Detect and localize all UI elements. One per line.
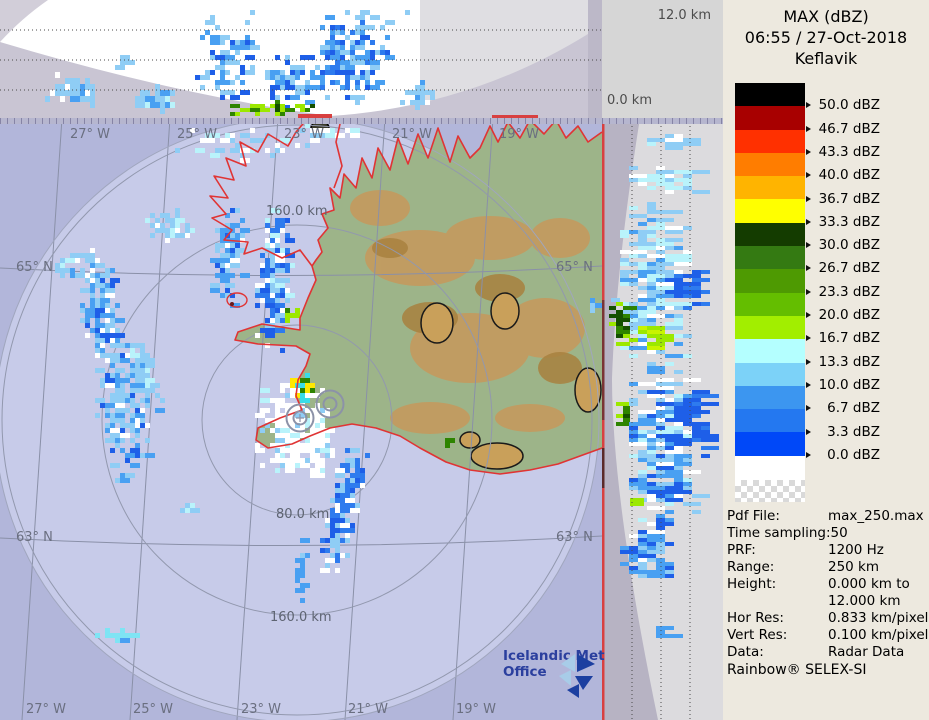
rainbow-radar-window: 12.0 km 0.0 km 27° W 25° W 23° W 21° W 1… xyxy=(0,0,929,720)
legend-tick-icon xyxy=(806,312,811,318)
legend-color-cell xyxy=(735,129,805,153)
legend-label: 6.7 dBZ xyxy=(806,400,880,416)
radar-map[interactable]: 27° W 25° W 23° W 21° W 19° W 27° W 25° … xyxy=(0,118,605,720)
software-brand: Rainbow® SELEX-SI xyxy=(727,662,867,678)
legend-label: 50.0 dBZ xyxy=(806,97,880,113)
lat-label-left: 63° N xyxy=(16,530,53,545)
metadata-row: Vert Res: 0.100 km/pixel xyxy=(727,627,929,643)
height-axis-min-label: 0.0 km xyxy=(607,93,652,108)
legend-label: 0.0 dBZ xyxy=(806,447,880,463)
legend-color-cell xyxy=(735,222,805,247)
legend-tick-icon xyxy=(806,125,811,132)
legend-label: 20.0 dBZ xyxy=(806,307,880,323)
legend-color-cell xyxy=(735,292,805,316)
legend-tick-icon xyxy=(806,265,811,272)
metadata-row: PRF: 1200 Hz xyxy=(727,542,884,558)
legend-nodata-checker xyxy=(735,479,805,502)
legend-tick-icon xyxy=(806,172,811,179)
legend-color-cell xyxy=(735,83,805,107)
legend-tick-icon xyxy=(806,405,811,412)
legend-color-cell xyxy=(735,152,805,177)
legend-tick-icon xyxy=(806,451,811,458)
metadata-row: Data: Radar Data xyxy=(727,644,905,660)
range-ring-label: 160.0 km xyxy=(270,610,332,625)
product-title: MAX (dBZ) xyxy=(783,7,869,26)
legend-label: 13.3 dBZ xyxy=(806,354,880,370)
legend-color-cell xyxy=(735,315,805,340)
legend-color-cell xyxy=(735,362,805,386)
map-top-tick-strip xyxy=(0,118,723,124)
product-metadata: Pdf File: max_250.max Time sampling:50 PRF:… xyxy=(727,508,929,661)
legend-below-threshold-cell xyxy=(735,455,805,480)
lat-label-left: 65° N xyxy=(16,260,53,275)
lon-label-bottom: 25° W xyxy=(133,702,174,717)
lon-label-bottom: 23° W xyxy=(241,702,282,717)
legend-tick-icon xyxy=(806,428,811,435)
lon-label-top: 21° W xyxy=(392,127,433,142)
legend-color-cell xyxy=(735,385,805,410)
legend-tick-icon xyxy=(806,242,811,249)
top-profile-canvas xyxy=(0,0,602,118)
legend-color-cell xyxy=(735,432,805,456)
lon-label-top: 27° W xyxy=(70,127,111,142)
legend-color-cell xyxy=(735,176,805,200)
range-ring-label: 80.0 km xyxy=(276,507,330,522)
station-name: Keflavik xyxy=(794,49,858,68)
legend-label: 10.0 dBZ xyxy=(806,377,880,393)
metadata-row: Time sampling:50 xyxy=(727,525,848,541)
metadata-row: Pdf File: max_250.max xyxy=(727,508,924,524)
legend-color-cell xyxy=(735,199,805,223)
legend-tick-icon xyxy=(806,102,811,109)
legend-tick-icon xyxy=(806,148,811,155)
imo-logo-icon xyxy=(559,654,595,698)
dbz-colorbar xyxy=(735,83,805,502)
legend-label: 16.7 dBZ xyxy=(806,330,880,346)
metadata-row: Hor Res: 0.833 km/pixel xyxy=(727,610,929,626)
legend-tick-icon xyxy=(806,195,811,202)
legend-color-cell xyxy=(735,106,805,130)
right-profile-canvas xyxy=(602,118,723,720)
vertical-profile-right-panel[interactable] xyxy=(602,118,723,720)
legend-tick-icon xyxy=(806,381,811,388)
legend-label: 36.7 dBZ xyxy=(806,191,880,207)
sidebar-title-block: MAX (dBZ) 06:55 / 27-Oct-2018 Keflavik xyxy=(723,6,929,69)
legend-label: 3.3 dBZ xyxy=(806,424,880,440)
lat-label-right: 65° N xyxy=(556,260,593,275)
legend-color-cell xyxy=(735,269,805,293)
lon-label-top: 25° W xyxy=(177,127,218,142)
legend-color-cell xyxy=(735,409,805,433)
legend-label: 40.0 dBZ xyxy=(806,167,880,183)
height-axis-corner: 12.0 km 0.0 km xyxy=(602,0,723,118)
lon-label-bottom: 27° W xyxy=(26,702,67,717)
lon-label-top: 23° W xyxy=(284,127,325,142)
legend-label: 33.3 dBZ xyxy=(806,214,880,230)
legend-color-cell xyxy=(735,339,805,363)
legend-label: 23.3 dBZ xyxy=(806,284,880,300)
range-ring-label: 160.0 km xyxy=(266,204,328,219)
legend-tick-icon xyxy=(806,358,811,365)
lon-label-bottom: 19° W xyxy=(456,702,497,717)
legend-tick-icon xyxy=(806,218,811,225)
lon-label-top: 19° W xyxy=(499,127,540,142)
metadata-row: Range: 250 km xyxy=(727,559,880,575)
lon-label-bottom: 21° W xyxy=(348,702,389,717)
legend-label: 26.7 dBZ xyxy=(806,260,880,276)
lat-label-right: 63° N xyxy=(556,530,593,545)
legend-label: 30.0 dBZ xyxy=(806,237,880,253)
legend-color-cell xyxy=(735,246,805,270)
legend-tick-icon xyxy=(806,335,811,342)
legend-label: 43.3 dBZ xyxy=(806,144,880,160)
metadata-row: 12.000 km xyxy=(828,593,901,609)
height-axis-max-label: 12.0 km xyxy=(657,8,711,23)
vertical-profile-top-panel[interactable] xyxy=(0,0,602,118)
metadata-row: Height: 0.000 km to xyxy=(727,576,910,592)
product-datetime: 06:55 / 27-Oct-2018 xyxy=(744,28,908,47)
legend-tick-icon xyxy=(806,288,811,295)
legend-label: 46.7 dBZ xyxy=(806,121,880,137)
